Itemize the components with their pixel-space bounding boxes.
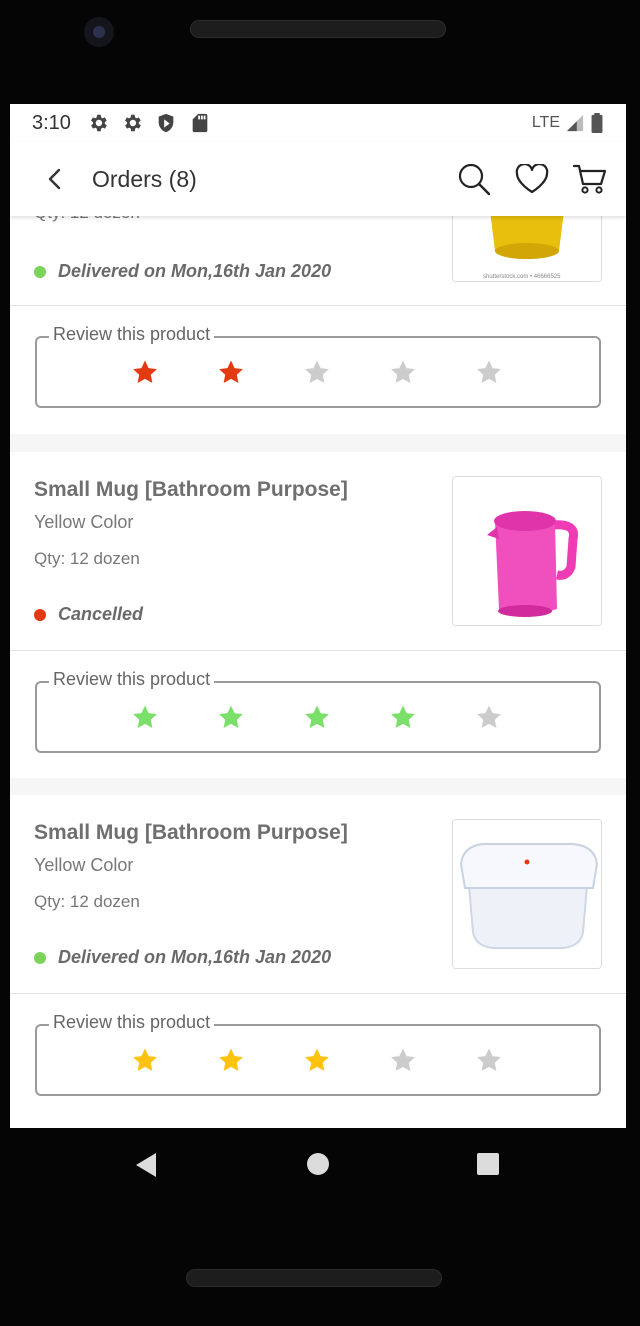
star-filled-icon[interactable] bbox=[131, 1046, 159, 1074]
review-label: Review this product bbox=[49, 669, 215, 690]
star-icon bbox=[477, 705, 501, 728]
nav-recents-icon[interactable] bbox=[477, 1153, 499, 1175]
search-icon bbox=[458, 163, 491, 196]
star-icon bbox=[219, 360, 243, 383]
status-dot-cancelled bbox=[34, 608, 46, 621]
order-status-text: Delivered on Mon,16th Jan 2020 bbox=[58, 947, 332, 967]
star-icon bbox=[133, 1048, 157, 1071]
screen: Qty: 12 dozen Delivered on Mon,16th Jan … bbox=[10, 104, 626, 1128]
star-icon bbox=[133, 705, 157, 728]
status-icons bbox=[87, 112, 211, 134]
star-filled-icon[interactable] bbox=[303, 703, 331, 731]
network-type: LTE bbox=[531, 114, 560, 131]
bottom-speaker bbox=[186, 1269, 442, 1287]
wishlist-button[interactable] bbox=[514, 161, 550, 197]
heart-icon bbox=[515, 164, 549, 194]
sd-card-icon bbox=[192, 113, 208, 133]
order-status: Delivered on Mon,16th Jan 2020 bbox=[34, 947, 331, 968]
order-product[interactable]: Small Mug [Bathroom Purpose] Yellow Colo… bbox=[10, 452, 626, 651]
star-empty-icon[interactable] bbox=[389, 358, 417, 386]
status-dot-delivered bbox=[34, 265, 46, 278]
plastic-container-image bbox=[453, 820, 601, 968]
star-filled-icon[interactable] bbox=[131, 358, 159, 386]
star-icon bbox=[391, 1048, 415, 1071]
star-filled-icon[interactable] bbox=[131, 703, 159, 731]
product-thumbnail[interactable] bbox=[452, 819, 602, 969]
review-box[interactable]: Review this product bbox=[35, 669, 601, 753]
status-time: 3:10 bbox=[32, 111, 71, 134]
order-qty: Qty: 12 dozen bbox=[34, 892, 140, 911]
star-empty-icon[interactable] bbox=[475, 1046, 503, 1074]
order-card: Small Mug [Bathroom Purpose] Yellow Colo… bbox=[10, 795, 626, 1128]
system-nav-bar bbox=[0, 1128, 640, 1198]
order-status: Cancelled bbox=[34, 604, 143, 625]
star-icon bbox=[305, 1048, 329, 1071]
product-name: Small Mug [Bathroom Purpose] bbox=[34, 821, 348, 844]
star-empty-icon[interactable] bbox=[389, 1046, 417, 1074]
star-empty-icon[interactable] bbox=[475, 358, 503, 386]
star-filled-icon[interactable] bbox=[389, 703, 417, 731]
review-label: Review this product bbox=[49, 324, 215, 345]
earpiece-speaker bbox=[190, 20, 446, 38]
back-button[interactable] bbox=[40, 164, 70, 194]
front-camera bbox=[84, 17, 114, 47]
star-filled-icon[interactable] bbox=[217, 703, 245, 731]
phone-frame: Qty: 12 dozen Delivered on Mon,16th Jan … bbox=[0, 0, 640, 1326]
status-dot-delivered bbox=[34, 951, 46, 964]
cart-button[interactable] bbox=[572, 161, 608, 197]
star-empty-icon[interactable] bbox=[303, 358, 331, 386]
star-icon bbox=[305, 705, 329, 728]
rating-stars bbox=[131, 358, 503, 386]
star-icon bbox=[305, 360, 329, 383]
review-section: Review this product bbox=[10, 651, 626, 777]
review-section: Review this product bbox=[10, 306, 626, 432]
order-card: Small Mug [Bathroom Purpose] Yellow Colo… bbox=[10, 452, 626, 778]
star-icon bbox=[133, 360, 157, 383]
star-icon bbox=[477, 1048, 501, 1071]
order-product[interactable]: Small Mug [Bathroom Purpose] Yellow Colo… bbox=[10, 795, 626, 994]
order-qty: Qty: 12 dozen bbox=[34, 549, 140, 568]
pink-jug-image bbox=[453, 477, 601, 625]
star-icon bbox=[477, 360, 501, 383]
rating-stars bbox=[131, 1046, 503, 1074]
signal-icon bbox=[566, 114, 584, 132]
product-variant: Yellow Color bbox=[34, 855, 134, 875]
star-empty-icon[interactable] bbox=[475, 703, 503, 731]
status-right: LTE bbox=[532, 113, 604, 133]
star-filled-icon[interactable] bbox=[217, 1046, 245, 1074]
shield-play-icon bbox=[158, 113, 174, 133]
star-icon bbox=[391, 360, 415, 383]
order-status-text: Delivered on Mon,16th Jan 2020 bbox=[58, 261, 332, 281]
star-filled-icon[interactable] bbox=[303, 1046, 331, 1074]
star-filled-icon[interactable] bbox=[217, 358, 245, 386]
chevron-left-icon bbox=[48, 168, 61, 190]
nav-back-icon[interactable] bbox=[134, 1152, 158, 1178]
settings-icon bbox=[90, 114, 107, 132]
order-status-text: Cancelled bbox=[58, 604, 144, 624]
review-section: Review this product bbox=[10, 994, 626, 1120]
order-status: Delivered on Mon,16th Jan 2020 bbox=[34, 261, 331, 282]
review-box[interactable]: Review this product bbox=[35, 324, 601, 408]
product-name: Small Mug [Bathroom Purpose] bbox=[34, 478, 348, 501]
image-watermark: shutterstock.com • 46666525 bbox=[483, 274, 561, 280]
rating-stars bbox=[131, 703, 503, 731]
review-label: Review this product bbox=[49, 1012, 215, 1033]
product-thumbnail[interactable] bbox=[452, 476, 602, 626]
star-icon bbox=[219, 705, 243, 728]
product-variant: Yellow Color bbox=[34, 512, 134, 532]
cart-icon bbox=[573, 164, 607, 194]
settings-icon bbox=[124, 114, 141, 132]
page-title: Orders (8) bbox=[92, 165, 197, 192]
review-box[interactable]: Review this product bbox=[35, 1012, 601, 1096]
battery-icon bbox=[591, 113, 603, 133]
star-icon bbox=[219, 1048, 243, 1071]
search-button[interactable] bbox=[456, 161, 492, 197]
status-bar: 3:10 LTE bbox=[10, 104, 626, 142]
app-bar: Orders (8) bbox=[10, 142, 626, 216]
star-icon bbox=[391, 705, 415, 728]
app-bar-actions bbox=[456, 161, 608, 197]
nav-home-icon[interactable] bbox=[306, 1152, 330, 1176]
